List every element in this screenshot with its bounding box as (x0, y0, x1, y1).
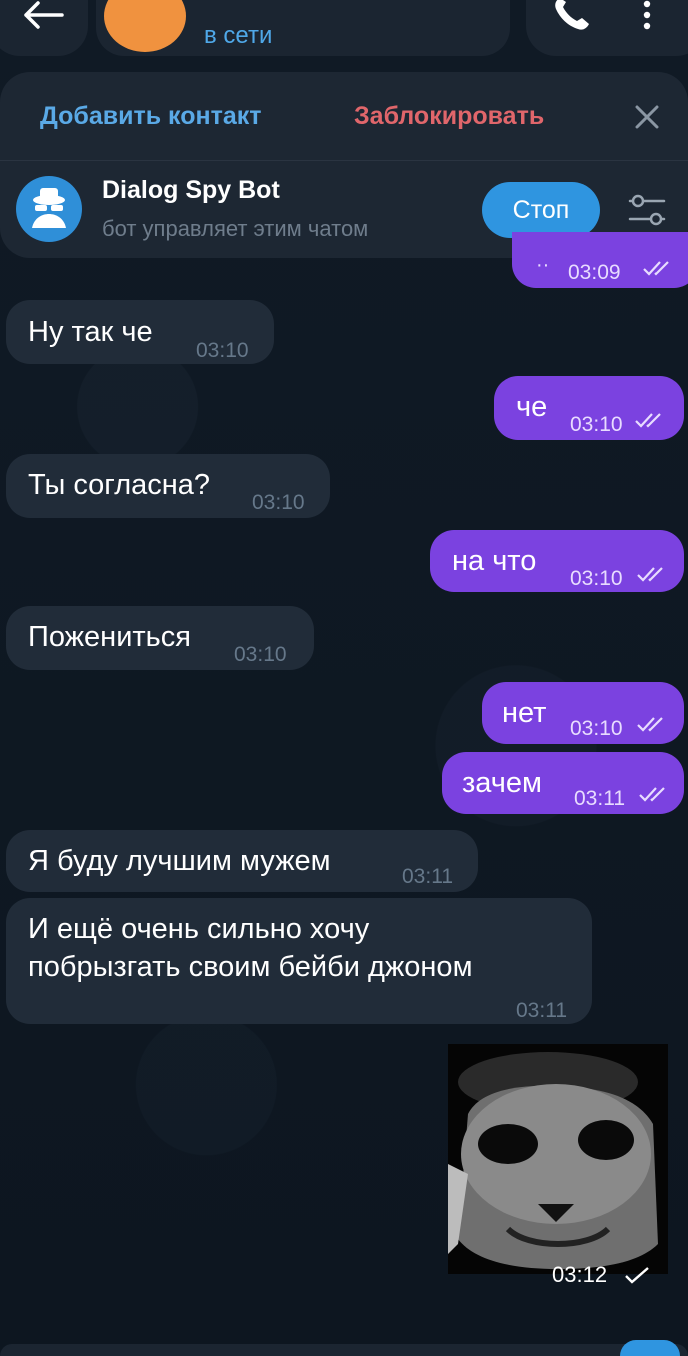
message-time: 03:10 (252, 491, 305, 514)
cat-photo-image (448, 1044, 668, 1274)
message-text-line2: побрызгать своим бейби джоном (28, 951, 473, 983)
bot-avatar[interactable] (16, 176, 82, 242)
double-check-icon (635, 413, 661, 428)
message-outgoing[interactable]: ·· 03:09 (512, 232, 688, 288)
message-incoming[interactable]: Пожениться 03:10 (6, 606, 314, 670)
header-actions (526, 0, 688, 56)
message-time: 03:10 (196, 339, 249, 362)
message-text: Я буду лучшим мужем (28, 845, 331, 877)
double-check-icon (639, 787, 665, 802)
message-time: 03:10 (570, 567, 623, 590)
block-button[interactable]: Заблокировать (354, 102, 544, 131)
close-icon[interactable] (632, 102, 662, 132)
back-arrow-icon[interactable] (22, 0, 64, 30)
double-check-icon (643, 261, 669, 276)
message-outgoing[interactable]: на что 03:10 (430, 530, 684, 592)
message-time: 03:10 (570, 413, 623, 436)
send-button[interactable] (620, 1340, 680, 1356)
chat-header: в сети (0, 0, 688, 62)
stop-button[interactable]: Стоп (482, 182, 600, 238)
bot-description: бот управляет этим чатом (102, 216, 369, 241)
message-time: 03:11 (402, 865, 453, 888)
add-contact-button[interactable]: Добавить контакт (40, 102, 261, 131)
message-text: зачем (462, 767, 542, 799)
check-icon (625, 1267, 649, 1284)
message-text: на что (452, 545, 537, 577)
message-text: че (516, 391, 548, 423)
spy-bot-icon (32, 188, 66, 228)
bot-name: Dialog Spy Bot (102, 176, 280, 204)
message-time: 03:11 (516, 999, 567, 1022)
message-time: 03:10 (234, 643, 287, 666)
message-outgoing[interactable]: нет 03:10 (482, 682, 684, 744)
panel-divider (0, 160, 688, 161)
double-check-icon (637, 567, 663, 582)
photo-message[interactable] (448, 1044, 668, 1274)
message-text: Ты согласна? (28, 469, 211, 501)
message-text: нет (502, 697, 547, 729)
contact-status: в сети (204, 22, 273, 49)
message-text-line1: И ещё очень сильно хочу (28, 913, 370, 945)
message-outgoing[interactable]: че 03:10 (494, 376, 684, 440)
message-time: 03:12 (552, 1262, 608, 1287)
phone-icon[interactable] (552, 0, 592, 32)
sliders-icon[interactable] (628, 192, 666, 228)
message-incoming[interactable]: Ты согласна? 03:10 (6, 454, 330, 518)
more-vertical-icon[interactable] (640, 0, 654, 32)
message-text: Пожениться (28, 621, 191, 653)
message-time: 03:09 (568, 261, 621, 284)
double-check-icon (637, 717, 663, 732)
message-input-bar[interactable] (0, 1344, 688, 1356)
message-text: Ну так че (28, 316, 153, 348)
message-incoming[interactable]: И ещё очень сильно хочу побрызгать своим… (6, 898, 592, 1024)
message-outgoing[interactable]: зачем 03:11 (442, 752, 684, 814)
message-text: ·· (536, 254, 550, 276)
message-incoming[interactable]: Ну так че 03:10 (6, 300, 274, 364)
message-incoming[interactable]: Я буду лучшим мужем 03:11 (6, 830, 478, 892)
message-time: 03:11 (574, 787, 625, 810)
message-time: 03:10 (570, 717, 623, 740)
